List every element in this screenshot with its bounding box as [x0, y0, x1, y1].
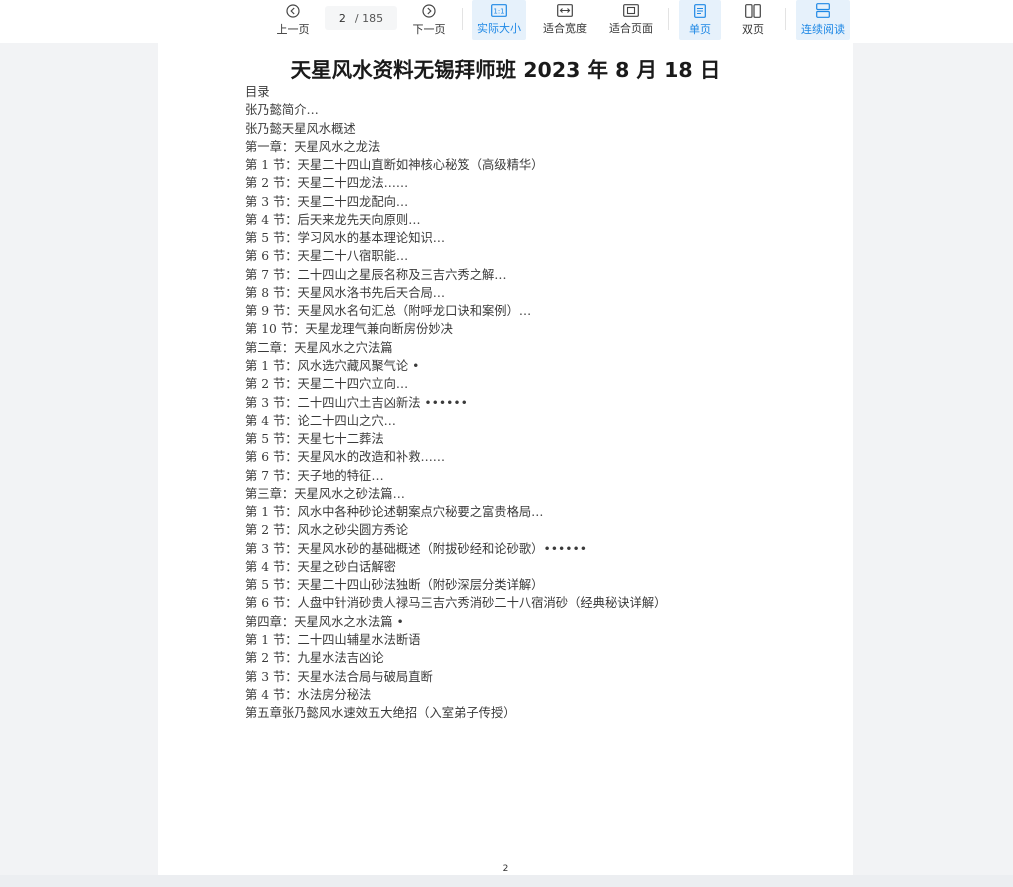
single-page-icon [694, 3, 706, 18]
toc-entry: 第一章：天星风水之龙法 [245, 139, 381, 154]
viewer-toolbar: 上一页 2 / 185 下一页 1:1 实际大小 适合宽度 适合页面 单页 双页… [0, 0, 1013, 43]
toc-entry: 第五章张乃懿风水速效五大绝招（入室弟子传授） [245, 706, 516, 721]
toc-entry: 第 3 节：天星风水砂的基础概述（附拔砂经和论砂歌）•••••• [245, 541, 587, 556]
toc-entry: 第 6 节：天星风水的改造和补救…… [245, 450, 446, 465]
document-title: 天星风水资料无锡拜师班 2023 年 8 月 18 日 [290, 58, 721, 82]
next-page-label: 下一页 [412, 22, 446, 36]
toc-entry: 第 4 节：水法房分秘法 [245, 687, 372, 702]
svg-text:1:1: 1:1 [493, 7, 504, 15]
toc-entry: 第 2 节：天星二十四穴立向… [245, 377, 409, 392]
toolbar-divider [668, 8, 669, 30]
toc-entry: 第 1 节：天星二十四山直断如神核心秘笈（高级精华） [245, 158, 544, 173]
fit-page-icon [623, 4, 639, 17]
double-page-icon [745, 3, 761, 18]
arrow-right-circle-icon [422, 3, 436, 18]
toc-entry: 第 5 节：天星七十二葬法 [245, 432, 384, 447]
toc-entry: 第 2 节：风水之砂尖圆方秀论 [245, 523, 409, 538]
toc-entry: 第 6 节：人盘中针消砂贵人禄马三吉六秀消砂二十八宿消砂（经典秘诀详解） [245, 596, 667, 611]
toc-heading: 目录 [245, 85, 270, 99]
toolbar-divider [785, 8, 786, 30]
prev-page-button[interactable]: 上一页 [274, 0, 312, 40]
toc-entry: 第 10 节：天星龙理气兼向断房份妙决 [245, 322, 453, 337]
continuous-reading-button[interactable]: 连续阅读 [796, 0, 850, 40]
toc-entry: 张乃懿简介… [245, 103, 319, 118]
single-page-label: 单页 [689, 22, 711, 36]
fit-width-button[interactable]: 适合宽度 [538, 0, 592, 40]
toc-entry: 第 8 节：天星风水洛书先后天合局… [245, 285, 446, 300]
continuous-reading-label: 连续阅读 [801, 23, 845, 36]
next-page-button[interactable]: 下一页 [410, 0, 448, 40]
bottom-scroll-area [0, 875, 1013, 887]
toc-entry: 第 2 节：天星二十四龙法…… [245, 176, 409, 191]
toc-entry: 张乃懿天星风水概述 [245, 121, 356, 136]
actual-size-label: 实际大小 [477, 22, 521, 35]
toc-entry: 第 2 节：九星水法吉凶论 [245, 651, 384, 666]
continuous-reading-icon [816, 3, 830, 18]
toc-entry: 第 1 节：二十四山辅星水法断语 [245, 632, 421, 647]
double-page-button[interactable]: 双页 [732, 0, 774, 40]
fit-width-label: 适合宽度 [543, 22, 587, 35]
toc-entry: 第 5 节：天星二十四山砂法独断（附砂深层分类详解） [245, 578, 544, 593]
toc-entry: 第 5 节：学习风水的基本理论知识… [245, 231, 446, 246]
toc-entry: 第三章：天星风水之砂法篇… [245, 486, 405, 501]
toc-entry: 第 7 节：二十四山之星辰名称及三吉六秀之解… [245, 267, 507, 282]
toc-entry: 第 3 节：天星二十四龙配向… [245, 194, 409, 209]
toc-entry: 第 4 节：天星之砂白话解密 [245, 559, 396, 574]
prev-page-label: 上一页 [276, 22, 310, 36]
double-page-label: 双页 [742, 22, 764, 36]
actual-size-icon: 1:1 [491, 4, 507, 17]
current-page-input[interactable]: 2 [339, 12, 346, 25]
actual-size-button[interactable]: 1:1 实际大小 [472, 0, 526, 40]
toc-entry: 第二章：天星风水之穴法篇 [245, 340, 393, 355]
fit-width-icon [557, 4, 573, 17]
toc-entry: 第 9 节：天星风水名句汇总（附呼龙口诀和案例）… [245, 304, 532, 319]
toolbar-divider [462, 8, 463, 30]
table-of-contents: 目录张乃懿简介… 张乃懿天星风水概述第一章：天星风水之龙法第 1 节：天星二十四山… [245, 83, 666, 722]
arrow-left-circle-icon [286, 3, 300, 18]
toc-entry: 第 3 节：二十四山穴土吉凶新法 •••••• [245, 395, 468, 410]
toc-entry: 第 7 节：天子地的特征… [245, 468, 384, 483]
page-number-box[interactable]: 2 / 185 [325, 6, 397, 30]
toc-entry: 第 4 节：后天来龙先天向原则… [245, 212, 421, 227]
document-page: 天星风水资料无锡拜师班 2023 年 8 月 18 日 目录张乃懿简介… 张乃懿天… [158, 43, 853, 875]
toc-entry: 第 6 节：天星二十八宿职能… [245, 249, 409, 264]
toc-entry: 第 3 节：天星水法合局与破局直断 [245, 669, 433, 684]
page-footer-number: 2 [502, 864, 509, 874]
toc-entry: 第四章：天星风水之水法篇 • [245, 614, 404, 629]
fit-page-label: 适合页面 [609, 22, 653, 35]
toc-entry: 第 4 节：论二十四山之穴… [245, 413, 396, 428]
fit-page-button[interactable]: 适合页面 [604, 0, 658, 40]
total-pages: / 185 [354, 11, 384, 25]
toc-entry: 第 1 节：风水选穴藏风聚气论 • [245, 358, 420, 373]
toc-entry: 第 1 节：风水中各种砂论述朝案点穴秘要之富贵格局… [245, 505, 544, 520]
single-page-button[interactable]: 单页 [679, 0, 721, 40]
